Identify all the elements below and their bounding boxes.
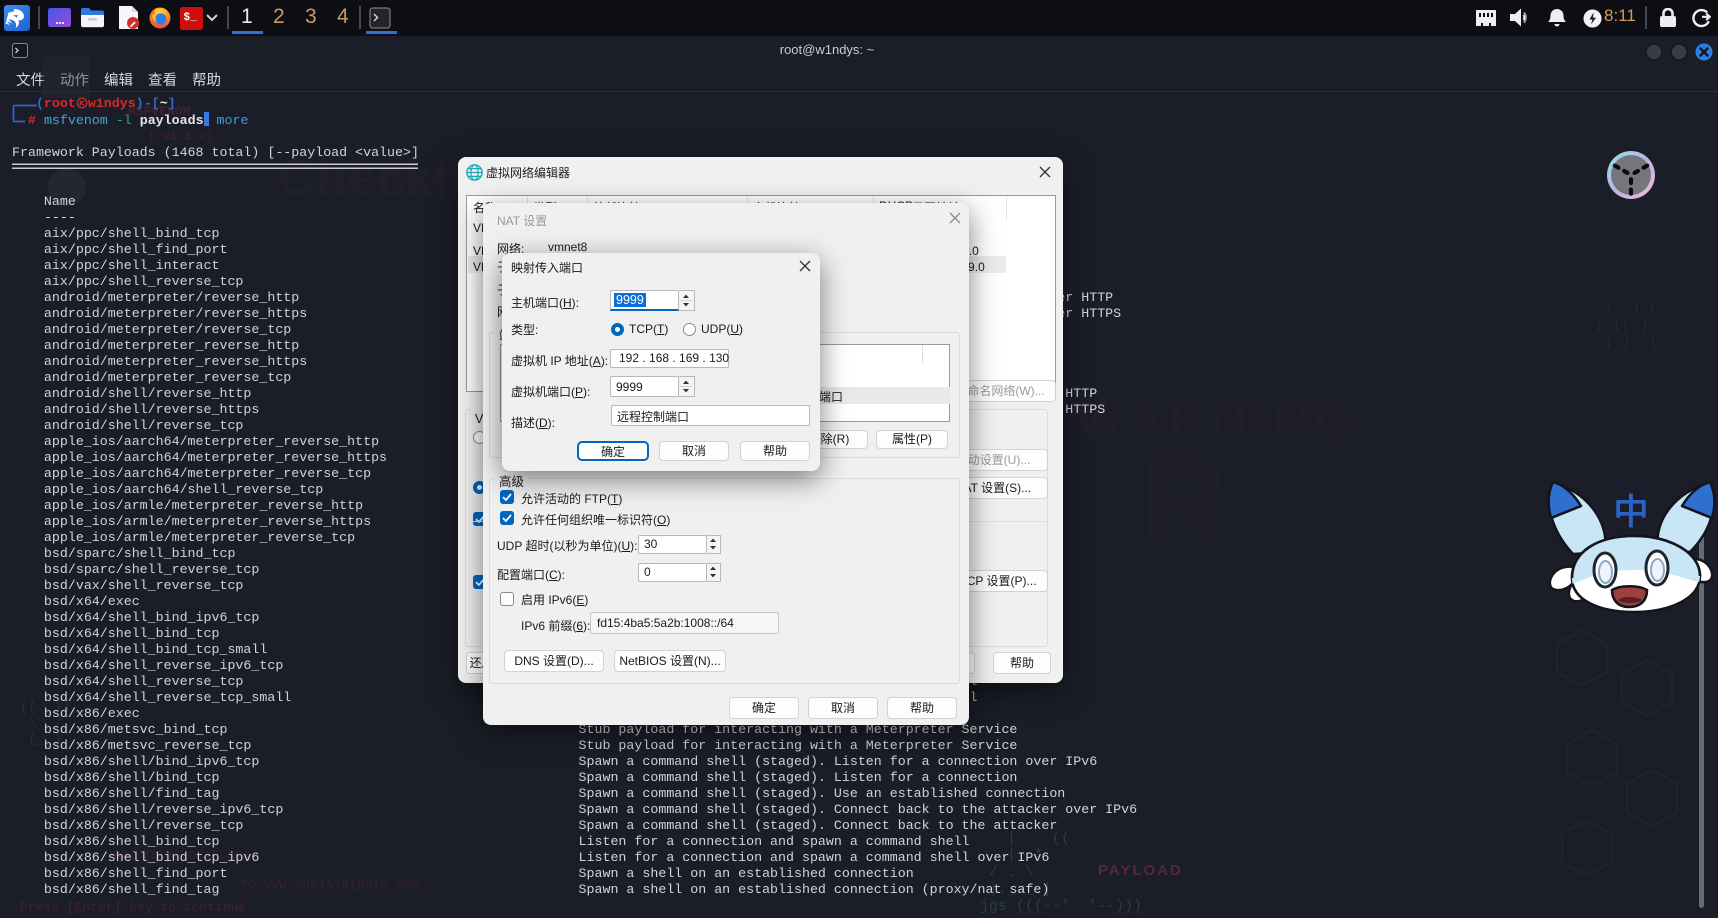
svg-text:$_: $_ (184, 12, 198, 24)
svg-text:中: 中 (1613, 493, 1648, 532)
